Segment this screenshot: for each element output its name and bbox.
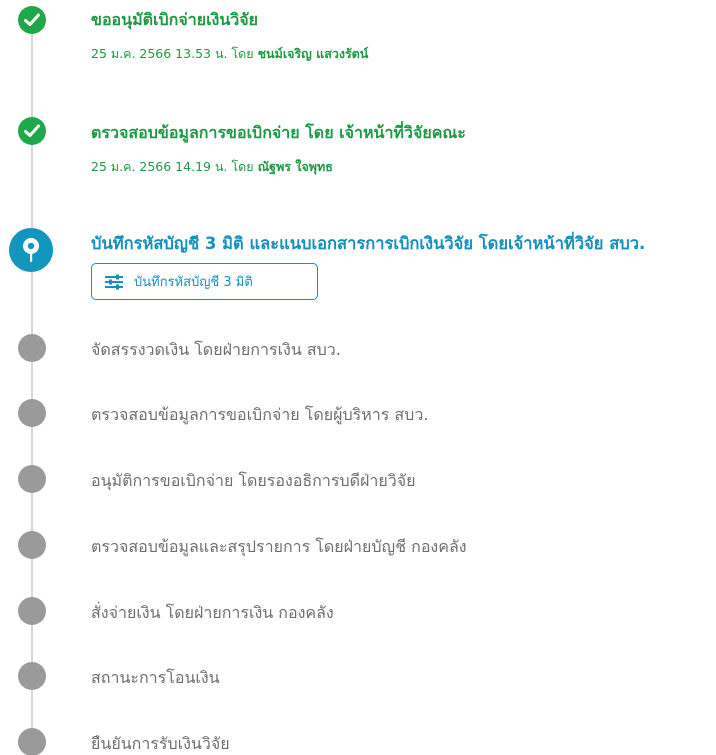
step-2-person: ณัฐพร ใจพุทธ <box>257 159 333 174</box>
step-2-meta: 25 ม.ค. 2566 14.19 น. โดย ณัฐพร ใจพุทธ <box>91 157 333 177</box>
step-1-timestamp: 25 ม.ค. 2566 13.53 น. โดย <box>91 46 254 61</box>
record-account-code-label: บันทึกรหัสบัญชี 3 มิติ <box>134 275 253 290</box>
step-5-status-icon <box>18 399 46 427</box>
step-3-status-icon <box>9 228 53 272</box>
step-5-title: ตรวจสอบข้อมูลการขอเบิกจ่าย โดยผู้บริหาร … <box>91 405 429 424</box>
sliders-icon <box>105 274 123 289</box>
step-2-timestamp: 25 ม.ค. 2566 14.19 น. โดย <box>91 159 254 174</box>
check-icon <box>24 13 40 26</box>
step-6-status-icon <box>18 465 46 493</box>
record-account-code-button[interactable]: บันทึกรหัสบัญชี 3 มิติ <box>91 263 318 300</box>
location-pin-icon <box>23 238 39 262</box>
step-6-title: อนุมัติการขอเบิกจ่าย โดยรองอธิการบดีฝ่าย… <box>91 471 416 490</box>
step-7-status-icon <box>18 531 46 559</box>
step-9-title: สถานะการโอนเงิน <box>91 668 220 687</box>
approval-timeline: ขออนุมัติเบิกจ่ายเงินวิจัย 25 ม.ค. 2566 … <box>0 0 716 755</box>
step-1-status-icon <box>18 6 46 34</box>
step-1-person: ชนม์เจริญ แสวงรัตน์ <box>257 46 369 61</box>
step-2-status-icon <box>18 117 46 145</box>
step-10-status-icon <box>18 728 46 755</box>
step-9-status-icon <box>18 662 46 690</box>
step-7-title: ตรวจสอบข้อมูลและสรุปรายการ โดยฝ่ายบัญชี … <box>91 537 467 556</box>
step-10-title: ยืนยันการรับเงินวิจัย <box>91 734 230 753</box>
step-8-status-icon <box>18 597 46 625</box>
step-8-title: สั่งจ่ายเงิน โดยฝ่ายการเงิน กองคลัง <box>91 603 334 622</box>
step-1-title: ขออนุมัติเบิกจ่ายเงินวิจัย <box>91 10 259 29</box>
step-4-title: จัดสรรงวดเงิน โดยฝ่ายการเงิน สบว. <box>91 340 341 359</box>
check-icon <box>24 124 40 137</box>
step-1-meta: 25 ม.ค. 2566 13.53 น. โดย ชนม์เจริญ แสวง… <box>91 44 368 64</box>
step-3-title: บันทึกรหัสบัญชี 3 มิติ และแนบเอกสารการเบ… <box>91 234 646 253</box>
step-4-status-icon <box>18 334 46 362</box>
step-2-title: ตรวจสอบข้อมูลการขอเบิกจ่าย โดย เจ้าหน้าท… <box>91 123 466 142</box>
